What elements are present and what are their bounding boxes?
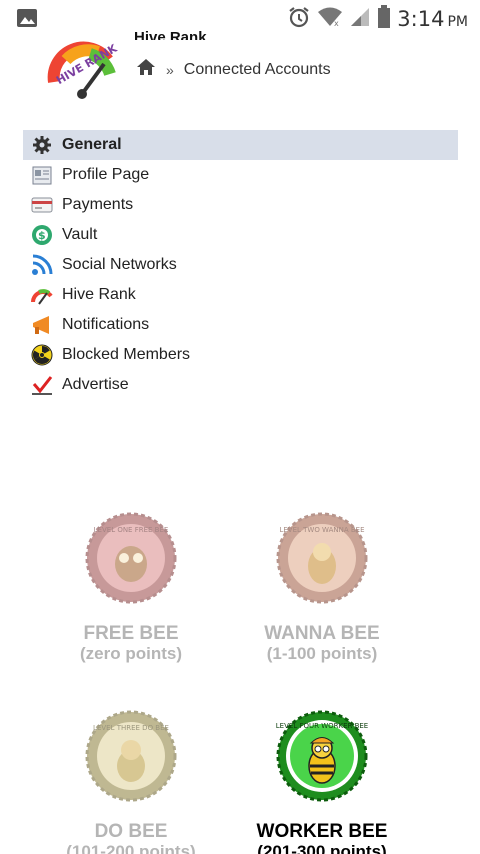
badge-points: (201-300 points) xyxy=(257,842,387,854)
rss-icon xyxy=(31,254,53,276)
header: HIVE RANK Hive Rank » Connected Accounts xyxy=(0,24,480,104)
menu-item-blocked-members[interactable]: Blocked Members xyxy=(23,340,458,370)
menu-item-hive-rank[interactable]: Hive Rank xyxy=(23,280,458,310)
badge-name: DO BEE xyxy=(94,821,168,842)
vault-icon: $ xyxy=(31,224,53,246)
menu-item-payments[interactable]: Payments xyxy=(23,190,458,220)
medal-label: LEVEL FOUR WORKER BEE xyxy=(276,722,368,730)
menu-item-label: Hive Rank xyxy=(62,286,136,303)
badge-name: WORKER BEE xyxy=(256,821,388,842)
free-bee-medal-icon: LEVEL ONE FREE BEE xyxy=(85,512,177,604)
site-title: Hive Rank xyxy=(134,29,207,40)
radiation-icon xyxy=(31,344,53,366)
profile-page-icon xyxy=(31,164,53,186)
menu-item-social-networks[interactable]: Social Networks xyxy=(23,250,458,280)
do-bee-medal-icon: LEVEL THREE DO BEE xyxy=(85,710,177,802)
badge-name: FREE BEE xyxy=(83,623,179,644)
badge-name: WANNA BEE xyxy=(264,623,380,644)
wanna-bee-medal-icon: LEVEL TWO WANNA BEE xyxy=(276,512,368,604)
badge-points: (1-100 points) xyxy=(266,644,378,663)
advertise-icon xyxy=(31,374,53,396)
badge-wanna-bee: LEVEL TWO WANNA BEE WANNA BEE (1-100 poi… xyxy=(222,512,422,664)
badge-do-bee: LEVEL THREE DO BEE DO BEE (101-200 point… xyxy=(31,710,231,854)
worker-bee-medal-icon: LEVEL FOUR WORKER BEE xyxy=(276,710,368,802)
menu-item-notifications[interactable]: Notifications xyxy=(23,310,458,340)
medal-label: LEVEL ONE FREE BEE xyxy=(94,526,169,534)
breadcrumb: » Connected Accounts xyxy=(136,58,331,81)
menu-item-label: Vault xyxy=(62,226,98,243)
breadcrumb-separator: » xyxy=(166,61,174,78)
badge-points: (zero points) xyxy=(80,644,182,663)
menu-item-label: Blocked Members xyxy=(62,346,191,363)
home-icon[interactable] xyxy=(136,58,156,81)
settings-menu: General Profile Page Payments $ Vault So… xyxy=(23,130,458,400)
menu-item-general[interactable]: General xyxy=(23,130,458,160)
hive-rank-icon xyxy=(31,284,53,306)
hive-rank-logo[interactable]: HIVE RANK xyxy=(46,30,120,100)
breadcrumb-current: Connected Accounts xyxy=(183,60,331,78)
credit-card-icon xyxy=(31,194,53,216)
menu-item-vault[interactable]: $ Vault xyxy=(23,220,458,250)
menu-item-label: Advertise xyxy=(62,376,129,393)
menu-item-label: Notifications xyxy=(62,316,150,333)
menu-item-label: General xyxy=(62,136,122,153)
medal-label: LEVEL THREE DO BEE xyxy=(93,724,169,732)
badge-free-bee: LEVEL ONE FREE BEE FREE BEE (zero points… xyxy=(31,512,231,664)
badge-points: (101-200 points) xyxy=(66,842,196,854)
megaphone-icon xyxy=(31,314,53,336)
menu-item-label: Payments xyxy=(62,196,134,213)
menu-item-profile-page[interactable]: Profile Page xyxy=(23,160,458,190)
badge-worker-bee: LEVEL FOUR WORKER BEE WORKER BEE (201-30… xyxy=(222,710,422,854)
menu-item-label: Profile Page xyxy=(62,166,150,183)
menu-item-advertise[interactable]: Advertise xyxy=(23,370,458,400)
menu-item-label: Social Networks xyxy=(62,256,177,273)
svg-text:$: $ xyxy=(38,229,46,242)
medal-label: LEVEL TWO WANNA BEE xyxy=(279,526,364,534)
gear-icon xyxy=(31,134,53,156)
